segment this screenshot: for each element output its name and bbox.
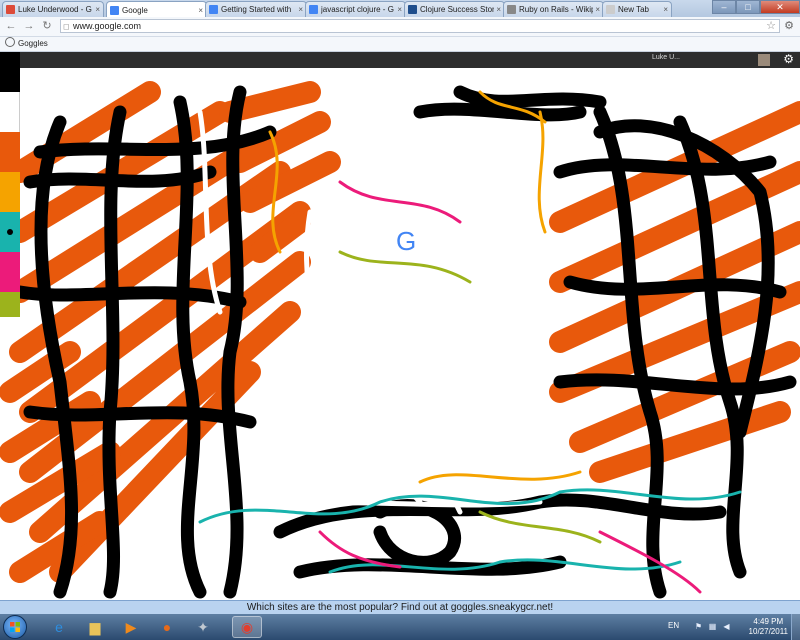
reload-button[interactable]: ↻: [40, 19, 54, 33]
close-tab-icon[interactable]: ×: [95, 5, 100, 14]
close-tab-icon[interactable]: ×: [496, 5, 501, 14]
tab-title: Clojure Success Stor: [420, 5, 495, 14]
palette-swatch[interactable]: [0, 52, 20, 92]
close-window-button[interactable]: ✕: [760, 0, 800, 14]
color-palette: [0, 52, 20, 317]
action-center-icon[interactable]: ⚑: [694, 622, 703, 631]
network-icon[interactable]: ▦: [708, 622, 717, 631]
close-tab-icon[interactable]: ×: [198, 6, 203, 15]
palette-swatch[interactable]: [0, 132, 20, 172]
bookmarks-bar: Goggles: [0, 37, 800, 52]
bookmark-star-icon[interactable]: ☆: [766, 19, 776, 32]
wrench-menu-icon[interactable]: ⚙: [784, 19, 794, 32]
tab-title: Getting Started with: [221, 5, 292, 14]
palette-swatch[interactable]: [0, 172, 20, 212]
tab-5[interactable]: Clojure Success Stor ×: [404, 1, 505, 17]
clojure-icon: [408, 5, 417, 14]
tab-3[interactable]: Getting Started with ×: [205, 1, 307, 17]
internet-explorer-icon[interactable]: e: [44, 616, 74, 638]
tab-6[interactable]: Ruby on Rails - Wikip ×: [503, 1, 604, 17]
palette-swatch[interactable]: [0, 252, 20, 292]
palette-swatch[interactable]: [0, 212, 20, 252]
browser-toolbar: ← → ↻ ◻ www.google.com ☆ ⚙: [0, 17, 800, 37]
language-indicator[interactable]: EN: [668, 621, 679, 630]
tab-title: javascript clojure - G: [321, 5, 394, 14]
google-plus-icon: [6, 5, 15, 14]
bookmark-goggles[interactable]: Goggles: [5, 37, 48, 51]
tab-title: Luke Underwood - G: [18, 5, 92, 14]
show-desktop-button[interactable]: [791, 614, 800, 640]
close-tab-icon[interactable]: ×: [298, 5, 303, 14]
back-button[interactable]: ←: [4, 19, 18, 33]
tab-7[interactable]: New Tab ×: [602, 1, 672, 17]
firefox-icon[interactable]: ●: [152, 616, 182, 638]
google-icon: [209, 5, 218, 14]
address-text: www.google.com: [73, 21, 142, 31]
selected-color-indicator: [7, 229, 13, 235]
window-controls: – □ ✕: [712, 0, 800, 14]
tab-4[interactable]: javascript clojure - G ×: [305, 1, 406, 17]
tab-title: Google: [122, 5, 148, 15]
page-icon: [606, 5, 615, 14]
goggles-icon: [5, 37, 15, 47]
explorer-folder-icon[interactable]: ▆: [80, 616, 110, 638]
tab-2[interactable]: Google ×: [106, 1, 207, 18]
system-tray: EN ⚑ ▦ ◀ 4:49 PM 10/27/2011: [660, 614, 800, 640]
palette-swatch[interactable]: [0, 292, 20, 317]
clock-time: 4:49 PM: [753, 617, 784, 626]
tab-title: Ruby on Rails - Wikip: [519, 5, 594, 14]
close-tab-icon[interactable]: ×: [397, 5, 402, 14]
start-button[interactable]: [3, 615, 27, 639]
clock-date: 10/27/2011: [748, 627, 788, 636]
google-icon: [309, 5, 318, 14]
clock[interactable]: 4:49 PM 10/27/2011: [749, 617, 788, 637]
google-logo-fragment: G: [396, 226, 416, 256]
tab-title: New Tab: [618, 5, 649, 14]
app-icon[interactable]: ✦: [188, 616, 218, 638]
minimize-button[interactable]: –: [712, 0, 736, 14]
status-bar[interactable]: Which sites are the most popular? Find o…: [0, 600, 800, 615]
svg-text:G: G: [396, 226, 416, 256]
tab-strip: – □ ✕ Luke Underwood - G × Google × Getting …: [0, 0, 800, 18]
google-icon: [110, 5, 119, 15]
wikipedia-icon: [507, 5, 516, 14]
forward-button[interactable]: →: [22, 19, 36, 33]
tab-1[interactable]: Luke Underwood - G ×: [2, 1, 104, 17]
windows-flag-icon: [10, 622, 20, 632]
volume-icon[interactable]: ◀: [722, 622, 731, 631]
page-icon: ◻: [63, 22, 70, 31]
close-tab-icon[interactable]: ×: [595, 5, 600, 14]
chrome-icon[interactable]: ◉: [232, 616, 262, 638]
palette-swatch[interactable]: [0, 92, 20, 132]
address-bar[interactable]: ◻ www.google.com: [60, 19, 780, 33]
media-player-icon[interactable]: ▶: [116, 616, 146, 638]
maximize-button[interactable]: □: [736, 0, 760, 14]
drawing-canvas[interactable]: G: [0, 52, 800, 600]
windows-taskbar: EN ⚑ ▦ ◀ 4:49 PM 10/27/2011 e ▆ ▶ ● ✦ ◉: [0, 614, 800, 640]
screen: – □ ✕ Luke Underwood - G × Google × Getting …: [0, 0, 800, 640]
close-tab-icon[interactable]: ×: [663, 5, 668, 14]
page-content: Luke U... ⚙ G: [0, 52, 800, 600]
